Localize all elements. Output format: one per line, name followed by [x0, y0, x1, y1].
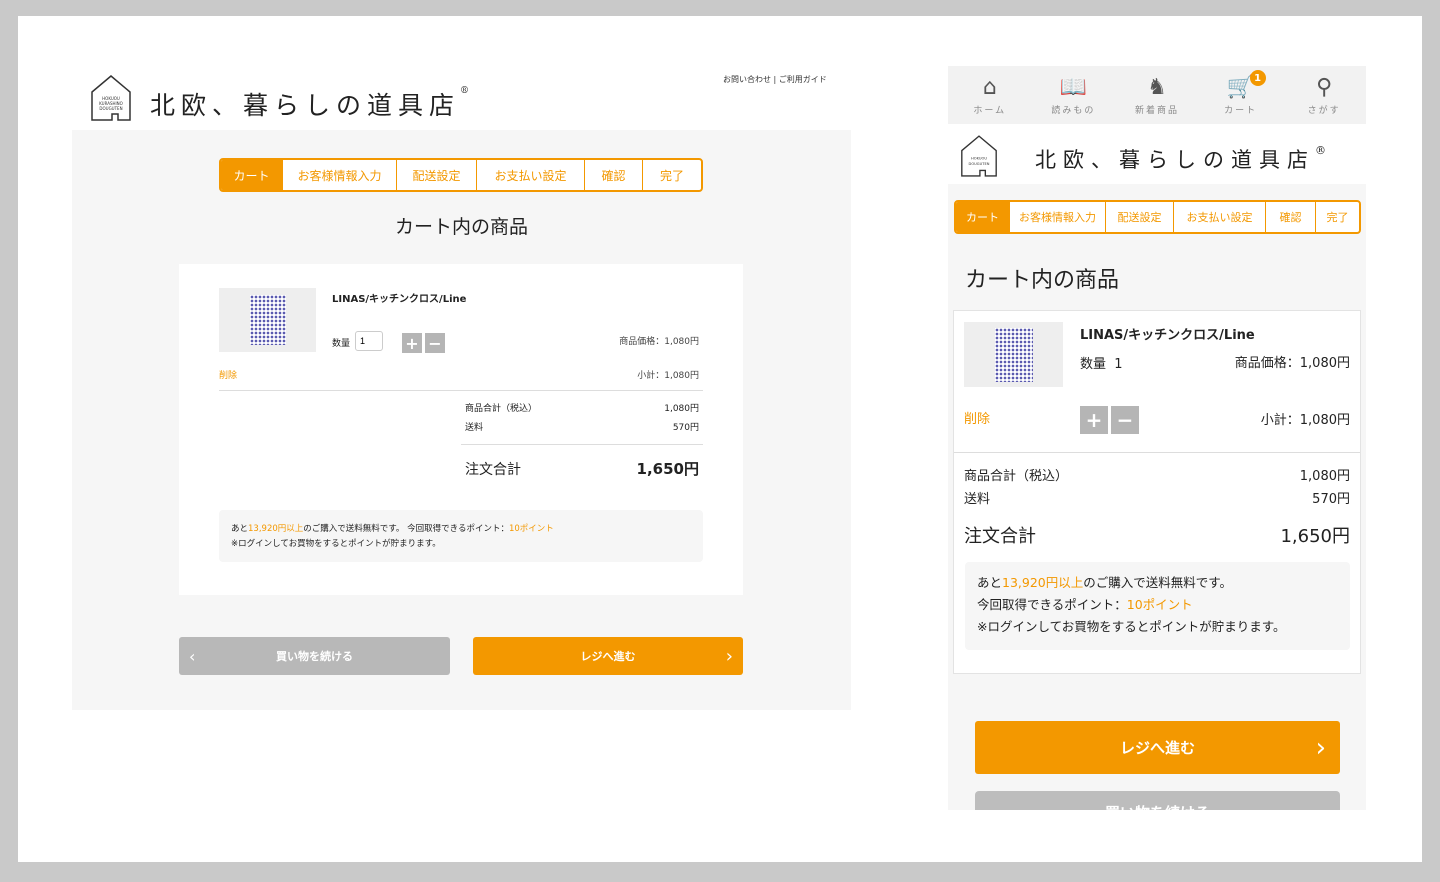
quantity: 数量 1 [1080, 357, 1123, 372]
order-total: 1,650円 [1280, 526, 1350, 547]
nav-reading[interactable]: 📖 読みもの [1038, 66, 1108, 124]
brand-title[interactable]: 北欧、暮らしの道具店® [1035, 144, 1333, 174]
shipping-fee: 570円 [672, 423, 699, 433]
svg-text:HOKUOU: HOKUOU [971, 157, 987, 161]
brand-title[interactable]: 北欧、暮らしの道具店® [150, 86, 475, 122]
checkout-steps: カート お客様情報入力 配送設定 お支払い設定 確認 完了 [219, 158, 703, 192]
plus-button[interactable]: + [402, 333, 422, 353]
nav-home[interactable]: ⌂ ホーム [955, 66, 1025, 124]
step-cart: カート [956, 202, 1010, 232]
page-title: カート内の商品 [394, 216, 528, 238]
plus-button[interactable]: + [1080, 406, 1108, 434]
logo-icon: HOKUOUKURASHINODOUGUTEN [91, 75, 131, 121]
cart-badge: 1 [1249, 70, 1266, 86]
header-links: お問い合わせ | ご利用ガイド [723, 75, 827, 84]
step-shipping: 配送設定 [1106, 202, 1174, 232]
step-shipping: 配送設定 [397, 160, 477, 190]
divider [461, 444, 703, 445]
order-total-label: 注文合計 [964, 526, 1036, 547]
step-payment: お支払い設定 [477, 160, 585, 190]
qty-input[interactable] [355, 331, 383, 351]
mobile-nav: ⌂ ホーム 📖 読みもの ♞ 新着商品 🛒 1 カート ⚲ さがす [948, 66, 1366, 124]
shipping-notice: あと13,920円以上のご購入で送料無料です。 今回取得できるポイント：10ポイン… [965, 562, 1350, 650]
search-icon: ⚲ [1316, 74, 1333, 100]
nav-new[interactable]: ♞ 新着商品 [1122, 66, 1192, 124]
step-customer: お客様情報入力 [283, 160, 397, 190]
order-total: 1,650円 [636, 460, 699, 478]
checkout-button[interactable]: レジへ進む › [473, 637, 743, 675]
product-name[interactable]: LINAS/キッチンクロス/Line [1080, 324, 1255, 343]
goods-total-label: 商品合計（税込） [964, 469, 1069, 484]
minus-button[interactable]: − [1111, 406, 1139, 434]
product-image[interactable] [219, 288, 316, 352]
home-icon: ⌂ [982, 74, 997, 100]
shipping-fee: 570円 [1312, 492, 1350, 507]
shipping-label: 送料 [465, 423, 484, 433]
page-title: カート内の商品 [965, 268, 1120, 293]
qty-label: 数量 [332, 339, 351, 349]
shipping-label: 送料 [964, 492, 991, 507]
logo-icon: HOKUOUDOUGUTEN [961, 135, 997, 177]
delete-link[interactable]: 削除 [219, 368, 237, 381]
unit-price: 商品価格：1,080円 [1234, 356, 1350, 371]
checkout-steps: カート お客様情報入力 配送設定 お支払い設定 確認 完了 [954, 200, 1361, 234]
continue-shopping-button[interactable]: 買い物を続ける [975, 791, 1340, 810]
chevron-left-icon: ‹ [189, 646, 196, 666]
step-payment: お支払い設定 [1174, 202, 1266, 232]
svg-text:DOUGUTEN: DOUGUTEN [969, 162, 990, 166]
continue-shopping-button[interactable]: ‹ 買い物を続ける [179, 637, 450, 675]
svg-text:DOUGUTEN: DOUGUTEN [99, 106, 122, 111]
chevron-right-icon: › [1315, 732, 1326, 763]
divider [954, 452, 1360, 453]
nav-search[interactable]: ⚲ さがす [1289, 66, 1359, 124]
goods-total: 1,080円 [1299, 469, 1350, 484]
delete-link[interactable]: 削除 [964, 408, 990, 427]
contact-link[interactable]: お問い合わせ [723, 75, 771, 84]
chevron-right-icon: › [725, 645, 733, 667]
subtotal: 小計：1,080円 [637, 371, 699, 381]
step-complete: 完了 [1326, 211, 1349, 224]
unit-price: 商品価格：1,080円 [619, 337, 699, 347]
checkout-button[interactable]: レジへ進む › [975, 721, 1340, 774]
step-cart: カート [221, 160, 283, 190]
product-name[interactable]: LINAS/キッチンクロス/Line [332, 290, 466, 305]
subtotal: 小計：1,080円 [1260, 413, 1350, 428]
guide-link[interactable]: ご利用ガイド [779, 75, 827, 84]
shipping-notice: あと13,920円以上のご購入で送料無料です。 今回取得できるポイント：10ポイ… [219, 510, 703, 562]
horse-icon: ♞ [1147, 74, 1167, 100]
step-confirm: 確認 [1266, 202, 1316, 232]
book-icon: 📖 [1059, 74, 1088, 100]
step-complete: 完了 [659, 168, 684, 183]
nav-cart[interactable]: 🛒 1 カート [1206, 66, 1276, 124]
divider [219, 390, 703, 391]
product-image[interactable] [964, 322, 1063, 387]
minus-button[interactable]: − [425, 333, 445, 353]
step-customer: お客様情報入力 [1010, 202, 1106, 232]
goods-total-label: 商品合計（税込） [465, 404, 538, 414]
goods-total: 1,080円 [664, 404, 699, 414]
step-confirm: 確認 [585, 160, 643, 190]
order-total-label: 注文合計 [465, 462, 521, 478]
